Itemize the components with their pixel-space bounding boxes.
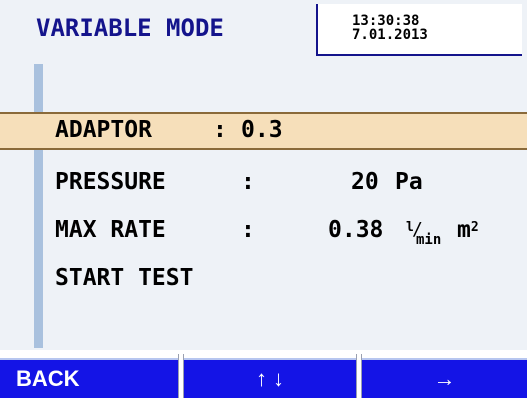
flow-unit-denominator: min [416,232,442,248]
pressure-colon: : [241,169,255,195]
page-title: VARIABLE MODE [36,14,224,42]
back-button[interactable]: BACK [0,358,178,398]
variable-mode-screen: VARIABLE MODE 13:30:38 7.01.2013 ADAPTOR… [0,0,527,398]
adaptor-label: ADAPTOR [55,117,152,143]
area-unit-base: m [457,217,471,243]
adaptor-colon: : [213,117,227,143]
menu-accent-bar [34,64,43,348]
arrow-right-icon: → [433,366,456,391]
pressure-value: 20 [351,169,379,195]
adaptor-value: 0.3 [241,117,283,143]
date-readout: 7.01.2013 [352,27,428,43]
back-button-label: BACK [16,366,80,391]
max-rate-colon: : [241,217,255,243]
max-rate-area-unit: m2 [457,216,479,244]
max-rate-value: 0.38 [328,217,384,243]
max-rate-label: MAX RATE [55,217,166,243]
navigate-up-down-button[interactable]: ↑ ↓ [184,358,356,398]
area-unit-exponent: 2 [470,220,479,235]
start-test-label: START TEST [55,265,194,291]
pressure-unit: Pa [395,169,423,195]
datetime-display: 13:30:38 7.01.2013 [316,4,522,56]
pressure-label: PRESSURE [55,169,166,195]
next-button[interactable]: → [362,358,527,398]
up-down-arrows-icon: ↑ ↓ [255,366,285,391]
